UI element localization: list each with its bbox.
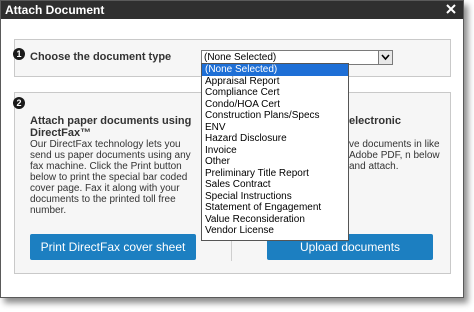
dropdown-option[interactable]: Appraisal Report [202, 76, 348, 88]
dropdown-option[interactable]: Invoice [202, 145, 348, 157]
dropdown-option[interactable]: ENV [202, 122, 348, 134]
upload-description: ve documents in like Adobe PDF, n below … [349, 139, 440, 172]
dropdown-option[interactable]: Sales Contract [202, 179, 348, 191]
dropdown-option[interactable]: Construction Plans/Specs [202, 110, 348, 122]
chevron-down-icon[interactable] [378, 51, 392, 64]
directfax-heading: Attach paper documents using DirectFax™ [30, 115, 192, 139]
upload-heading: electronic [349, 115, 401, 127]
document-type-dropdown-list[interactable]: (None Selected) Appraisal Report Complia… [201, 63, 349, 241]
dropdown-option[interactable]: Special Instructions [202, 191, 348, 203]
print-cover-sheet-button[interactable]: Print DirectFax cover sheet [30, 234, 196, 260]
step2-badge: 2 [13, 97, 25, 109]
step1-badge: 1 [13, 48, 25, 60]
dropdown-option[interactable]: Compliance Cert [202, 87, 348, 99]
dropdown-option[interactable]: Vendor License [202, 225, 348, 237]
dropdown-option[interactable]: Value Reconsideration [202, 214, 348, 226]
dropdown-option[interactable]: Condo/HOA Cert [202, 99, 348, 111]
dropdown-option[interactable]: Other [202, 156, 348, 168]
document-type-label: Choose the document type [30, 51, 172, 63]
dropdown-option[interactable]: Statement of Engagement [202, 202, 348, 214]
directfax-description: Our DirectFax technology lets you send u… [30, 139, 191, 216]
attach-document-dialog: Attach Document 1 Choose the document ty… [0, 0, 464, 298]
dropdown-option[interactable]: Hazard Disclosure [202, 133, 348, 145]
close-icon[interactable] [444, 2, 458, 16]
title-bar: Attach Document [1, 1, 463, 19]
dropdown-option[interactable]: (None Selected) [202, 64, 348, 76]
dialog-title: Attach Document [5, 3, 105, 17]
dropdown-option[interactable]: Preliminary Title Report [202, 168, 348, 180]
